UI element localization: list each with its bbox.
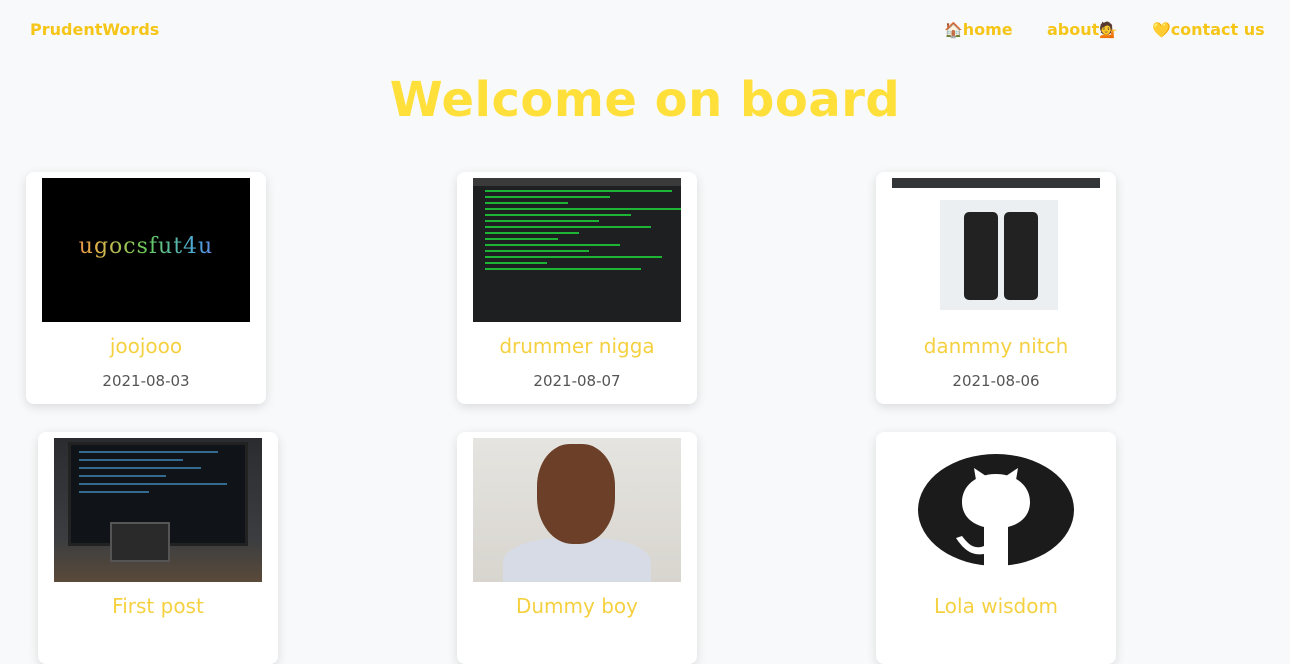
nav-home-link[interactable]: 🏠home	[944, 20, 1013, 39]
post-image[interactable]	[473, 178, 681, 322]
post-title[interactable]: Dummy boy	[457, 594, 697, 618]
post-image[interactable]	[892, 438, 1100, 582]
post-card[interactable]: Lola wisdom	[876, 432, 1116, 664]
laptop-image	[110, 522, 170, 562]
post-image[interactable]	[892, 178, 1100, 322]
browser-tabbar	[892, 178, 1100, 188]
post-image[interactable]: ugocsfut4u	[42, 178, 250, 322]
person-tipping-hand-icon: 💁	[1099, 21, 1118, 39]
portrait-face-shape	[537, 444, 615, 544]
post-title[interactable]: Lola wisdom	[876, 594, 1116, 618]
nav-home-label: home	[962, 20, 1013, 39]
post-date: 2021-08-07	[533, 372, 621, 390]
post-date: 2021-08-06	[952, 372, 1040, 390]
shirt-shape	[503, 538, 651, 582]
house-icon: 🏠	[944, 21, 963, 39]
post-title[interactable]: drummer nigga	[457, 334, 697, 358]
nav-contact-label: contact us	[1170, 20, 1265, 39]
nav-about-link[interactable]: about💁	[1047, 20, 1118, 39]
post-card[interactable]: ugocsfut4u joojooo 2021-08-03	[26, 172, 266, 404]
post-image[interactable]	[473, 438, 681, 582]
nav-contact-link[interactable]: 💛contact us	[1152, 20, 1265, 39]
post-card[interactable]: First post	[38, 432, 278, 664]
terminal-titlebar	[473, 178, 681, 186]
post-date: 2021-08-03	[102, 372, 190, 390]
github-logo-icon	[918, 454, 1074, 566]
post-title[interactable]: First post	[38, 594, 278, 618]
post-image[interactable]	[54, 438, 262, 582]
post-card[interactable]: Dummy boy	[457, 432, 697, 664]
post-title[interactable]: joojooo	[26, 334, 266, 358]
brand-link[interactable]: PrudentWords	[30, 20, 159, 39]
post-card[interactable]: danmmy nitch 2021-08-06	[876, 172, 1116, 404]
yellow-heart-icon: 💛	[1152, 21, 1171, 39]
app-mockup-image	[940, 200, 1058, 310]
post-card[interactable]: drummer nigga 2021-08-07	[457, 172, 697, 404]
stylized-logo-image: ugocsfut4u	[42, 234, 250, 259]
post-title[interactable]: danmmy nitch	[876, 334, 1116, 358]
page-title: Welcome on board	[389, 72, 901, 128]
navbar: PrudentWords 🏠home about💁 💛contact us	[0, 0, 1290, 60]
nav-about-label: about	[1047, 20, 1100, 39]
